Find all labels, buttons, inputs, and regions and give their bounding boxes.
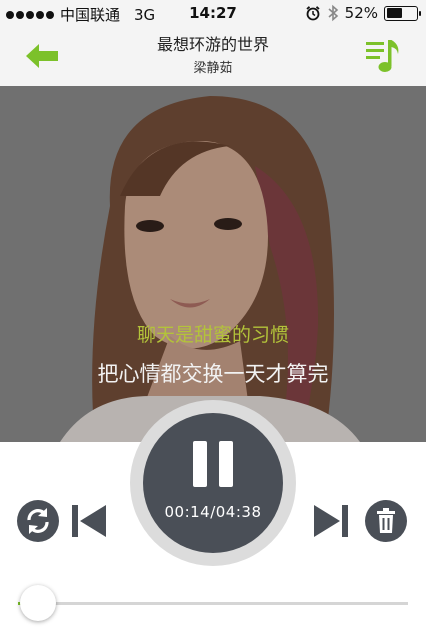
delete-button[interactable] bbox=[365, 500, 407, 542]
bluetooth-icon bbox=[328, 4, 338, 22]
battery-percent: 52% bbox=[344, 4, 378, 22]
song-title: 最想环游的世界 bbox=[156, 35, 269, 54]
status-right: 52% bbox=[305, 4, 421, 22]
art-overlay bbox=[0, 86, 426, 442]
time-display: 00:14/04:38 bbox=[164, 503, 262, 521]
arrow-left-icon[interactable] bbox=[22, 40, 62, 72]
battery-icon bbox=[384, 5, 421, 21]
status-bar: 中国联通 3G 14:27 52% bbox=[0, 0, 426, 28]
alarm-icon bbox=[306, 6, 320, 21]
battery-level bbox=[386, 8, 402, 18]
pause-button[interactable]: 00:14/04:38 bbox=[143, 413, 283, 553]
playlist-music-icon[interactable] bbox=[364, 36, 404, 76]
delete-icon bbox=[377, 508, 395, 533]
repeat-button[interactable] bbox=[17, 500, 59, 542]
album-art: 聊天是甜蜜的习惯 把心情都交换一天才算完 bbox=[0, 86, 426, 442]
artist-name: 梁静茹 bbox=[193, 61, 233, 76]
lyric-current-line: 聊天是甜蜜的习惯 bbox=[136, 324, 289, 346]
repeat-icon bbox=[27, 508, 49, 534]
pause-icon bbox=[193, 441, 207, 487]
lyric-next-line: 把心情都交换一天才算完 bbox=[97, 362, 329, 386]
song-info: 最想环游的世界 梁静茹 bbox=[90, 34, 336, 79]
progress-thumb[interactable] bbox=[19, 585, 56, 621]
previous-icon[interactable] bbox=[70, 503, 108, 539]
next-icon[interactable] bbox=[312, 503, 350, 539]
pause-icon-bar bbox=[219, 441, 233, 487]
player-header: 最想环游的世界 梁静茹 bbox=[0, 28, 426, 86]
progress-bar[interactable] bbox=[18, 602, 408, 605]
